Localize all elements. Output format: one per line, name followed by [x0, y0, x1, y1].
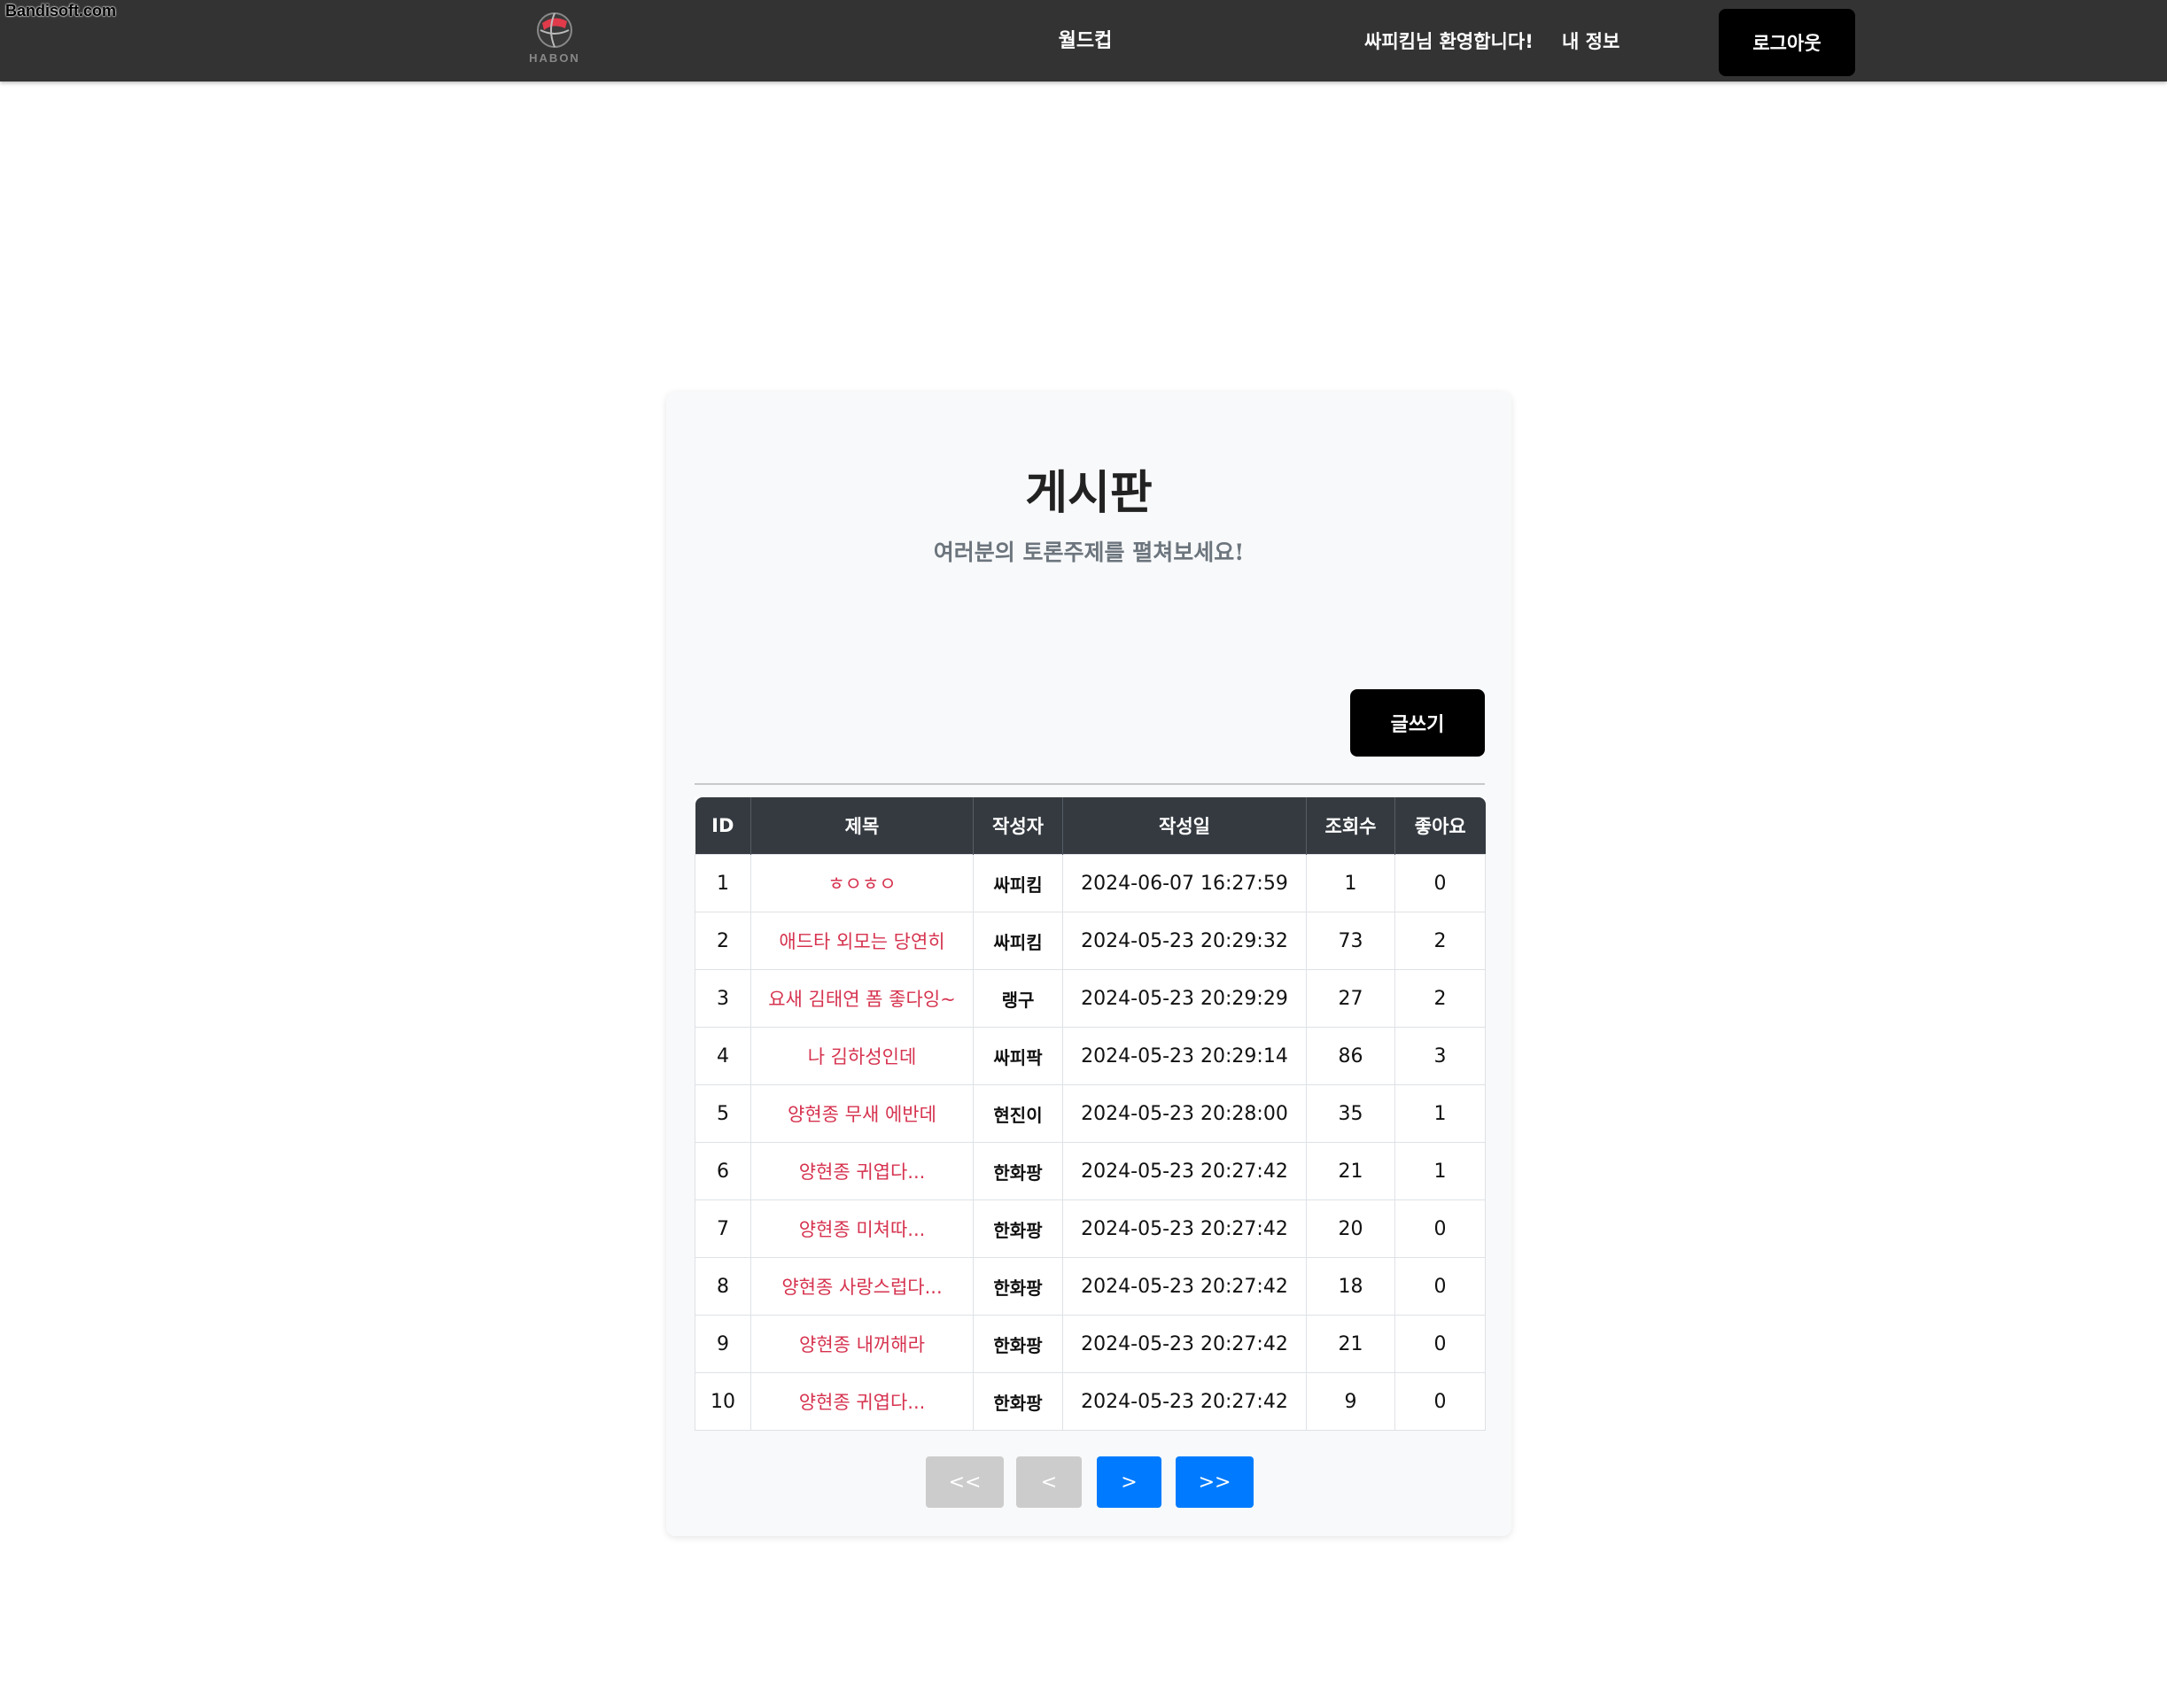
- table-row[interactable]: 4 나 김하성인데 싸피팍 2024-05-23 20:29:14 86 3: [695, 1027, 1486, 1085]
- logout-button[interactable]: 로그아웃: [1719, 9, 1855, 76]
- navbar: HABON 월드컵 싸피킴님 환영합니다! 내 정보 로그아웃: [0, 0, 2167, 82]
- cell-id: 5: [695, 1084, 751, 1143]
- cell-author: 한화팡: [973, 1372, 1063, 1431]
- cell-date: 2024-05-23 20:27:42: [1062, 1199, 1307, 1258]
- table-row[interactable]: 1 ㅎㅇㅎㅇ 싸피킴 2024-06-07 16:27:59 1 0: [695, 854, 1486, 912]
- cell-author: 싸피킴: [973, 912, 1063, 970]
- next-page-button[interactable]: >: [1097, 1456, 1161, 1508]
- cell-author: 현진이: [973, 1084, 1063, 1143]
- post-title-link[interactable]: 애드타 외모는 당연히: [779, 931, 944, 952]
- table-header-row: ID 제목 작성자 작성일 조회수 좋아요: [695, 797, 1486, 855]
- post-title-link[interactable]: 양현종 미쳐따...: [799, 1219, 926, 1240]
- cell-views: 9: [1306, 1372, 1395, 1431]
- cell-views: 18: [1306, 1257, 1395, 1316]
- cell-likes: 0: [1394, 1372, 1486, 1431]
- cell-id: 10: [695, 1372, 751, 1431]
- cell-author: 싸피킴: [973, 854, 1063, 912]
- logo-text: HABON: [529, 51, 580, 65]
- cell-views: 21: [1306, 1142, 1395, 1200]
- board-table: ID 제목 작성자 작성일 조회수 좋아요 1 ㅎㅇㅎㅇ 싸피킴 2024-06…: [695, 797, 1486, 1431]
- cell-likes: 1: [1394, 1084, 1486, 1143]
- post-title-link[interactable]: 양현종 내꺼해라: [799, 1334, 925, 1355]
- cell-id: 4: [695, 1027, 751, 1085]
- cell-author: 한화팡: [973, 1257, 1063, 1316]
- cell-date: 2024-05-23 20:29:29: [1062, 969, 1307, 1028]
- last-page-button[interactable]: >>: [1176, 1456, 1254, 1508]
- cell-author: 싸피팍: [973, 1027, 1063, 1085]
- cell-likes: 2: [1394, 969, 1486, 1028]
- post-title-link[interactable]: 나 김하성인데: [808, 1046, 917, 1068]
- cell-date: 2024-05-23 20:27:42: [1062, 1142, 1307, 1200]
- cell-id: 1: [695, 854, 751, 912]
- post-title-link[interactable]: 양현종 무새 에반데: [788, 1104, 936, 1125]
- table-row[interactable]: 10 양현종 귀엽다... 한화팡 2024-05-23 20:27:42 9 …: [695, 1372, 1486, 1431]
- cell-likes: 2: [1394, 912, 1486, 970]
- cell-views: 21: [1306, 1315, 1395, 1373]
- cell-id: 2: [695, 912, 751, 970]
- cell-likes: 1: [1394, 1142, 1486, 1200]
- divider: [695, 783, 1485, 785]
- page-subtitle: 여러분의 토론주제를 펼쳐보세요!: [933, 540, 1245, 565]
- cell-date: 2024-05-23 20:29:32: [1062, 912, 1307, 970]
- cell-author: 한화팡: [973, 1315, 1063, 1373]
- cell-views: 73: [1306, 912, 1395, 970]
- cell-date: 2024-06-07 16:27:59: [1062, 854, 1307, 912]
- post-title-link[interactable]: 요새 김태연 폼 좋다잉~: [768, 989, 956, 1010]
- table-row[interactable]: 7 양현종 미쳐따... 한화팡 2024-05-23 20:27:42 20 …: [695, 1199, 1486, 1258]
- cell-views: 86: [1306, 1027, 1395, 1085]
- post-title-link[interactable]: ㅎㅇㅎㅇ: [827, 873, 896, 895]
- cell-author: 한화팡: [973, 1142, 1063, 1200]
- column-header-id: ID: [695, 797, 751, 855]
- cell-id: 3: [695, 969, 751, 1028]
- table-row[interactable]: 6 양현종 귀엽다... 한화팡 2024-05-23 20:27:42 21 …: [695, 1142, 1486, 1200]
- nav-worldcup-link[interactable]: 월드컵: [1028, 25, 1143, 53]
- cell-id: 6: [695, 1142, 751, 1200]
- column-header-likes: 좋아요: [1394, 797, 1486, 855]
- cell-date: 2024-05-23 20:28:00: [1062, 1084, 1307, 1143]
- cell-id: 9: [695, 1315, 751, 1373]
- cell-views: 1: [1306, 854, 1395, 912]
- page-title: 게시판: [1025, 466, 1153, 520]
- post-title-link[interactable]: 양현종 사랑스럽다...: [781, 1277, 942, 1298]
- write-post-button[interactable]: 글쓰기: [1350, 689, 1485, 757]
- table-row[interactable]: 3 요새 김태연 폼 좋다잉~ 랭구 2024-05-23 20:29:29 2…: [695, 969, 1486, 1028]
- cell-likes: 0: [1394, 854, 1486, 912]
- cell-date: 2024-05-23 20:27:42: [1062, 1315, 1307, 1373]
- cell-likes: 0: [1394, 1315, 1486, 1373]
- cell-id: 7: [695, 1199, 751, 1258]
- basketball-logo-icon: [537, 12, 572, 48]
- cell-likes: 3: [1394, 1027, 1486, 1085]
- column-header-views: 조회수: [1306, 797, 1395, 855]
- cell-date: 2024-05-23 20:29:14: [1062, 1027, 1307, 1085]
- first-page-button[interactable]: <<: [926, 1456, 1004, 1508]
- cell-views: 35: [1306, 1084, 1395, 1143]
- post-title-link[interactable]: 양현종 귀엽다...: [799, 1161, 926, 1183]
- welcome-message: 싸피킴님 환영합니다!: [1364, 31, 1534, 52]
- board-card: 게시판 여러분의 토론주제를 펼쳐보세요! 글쓰기 ID 제목 작성자 작성일 …: [666, 392, 1511, 1536]
- table-row[interactable]: 5 양현종 무새 에반데 현진이 2024-05-23 20:28:00 35 …: [695, 1084, 1486, 1143]
- column-header-title: 제목: [750, 797, 974, 855]
- cell-likes: 0: [1394, 1257, 1486, 1316]
- column-header-date: 작성일: [1062, 797, 1307, 855]
- post-title-link[interactable]: 양현종 귀엽다...: [799, 1392, 926, 1413]
- nav-myinfo-link[interactable]: 내 정보: [1562, 27, 1619, 54]
- cell-date: 2024-05-23 20:27:42: [1062, 1372, 1307, 1431]
- cell-views: 27: [1306, 969, 1395, 1028]
- cell-id: 8: [695, 1257, 751, 1316]
- table-row[interactable]: 2 애드타 외모는 당연히 싸피킴 2024-05-23 20:29:32 73…: [695, 912, 1486, 970]
- cell-views: 20: [1306, 1199, 1395, 1258]
- prev-page-button[interactable]: <: [1016, 1456, 1082, 1508]
- table-row[interactable]: 8 양현종 사랑스럽다... 한화팡 2024-05-23 20:27:42 1…: [695, 1257, 1486, 1316]
- logo[interactable]: HABON: [523, 11, 586, 67]
- cell-author: 한화팡: [973, 1199, 1063, 1258]
- cell-date: 2024-05-23 20:27:42: [1062, 1257, 1307, 1316]
- column-header-author: 작성자: [973, 797, 1063, 855]
- cell-author: 랭구: [973, 969, 1063, 1028]
- table-row[interactable]: 9 양현종 내꺼해라 한화팡 2024-05-23 20:27:42 21 0: [695, 1315, 1486, 1373]
- watermark: Bandisoft.com: [5, 2, 117, 19]
- cell-likes: 0: [1394, 1199, 1486, 1258]
